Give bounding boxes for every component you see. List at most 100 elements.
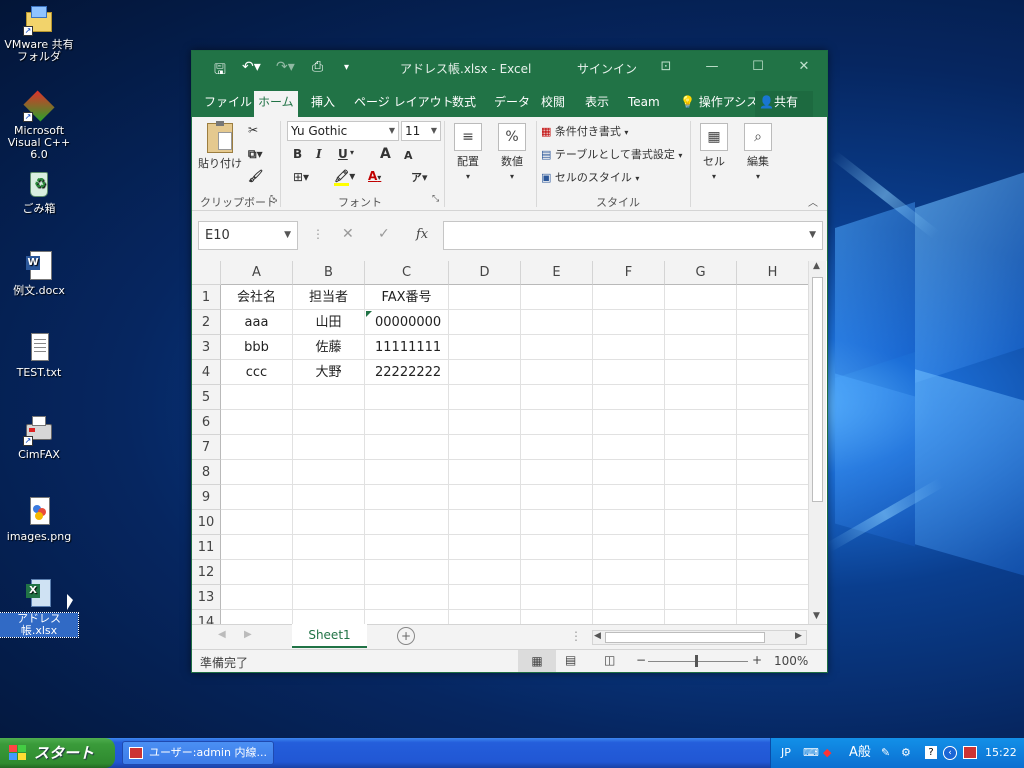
cell[interactable] — [365, 535, 449, 560]
cell[interactable] — [593, 335, 665, 360]
chevron-left-icon[interactable]: ‹ — [943, 746, 957, 760]
ime-tool-icon[interactable]: ◆ — [823, 738, 831, 768]
row-header[interactable]: 5 — [192, 385, 221, 410]
cell[interactable] — [665, 485, 737, 510]
format-as-table-button[interactable]: ▤ テーブルとして書式設定 ▾ — [541, 146, 682, 162]
cell[interactable] — [737, 435, 809, 460]
cell[interactable] — [737, 585, 809, 610]
column-header[interactable]: D — [449, 261, 521, 285]
zoom-slider-thumb[interactable] — [695, 655, 698, 667]
keyboard-icon[interactable]: ⌨ — [803, 738, 819, 768]
cell[interactable] — [665, 310, 737, 335]
cell[interactable] — [665, 410, 737, 435]
enter-icon[interactable]: ✓ — [378, 226, 390, 242]
cell[interactable] — [221, 610, 293, 624]
cell[interactable] — [221, 510, 293, 535]
vertical-scrollbar[interactable]: ▲ ▼ — [808, 261, 826, 624]
name-box[interactable]: E10 ▼ — [198, 221, 298, 250]
cell[interactable] — [593, 410, 665, 435]
row-header[interactable]: 7 — [192, 435, 221, 460]
cell[interactable] — [365, 385, 449, 410]
cell[interactable] — [365, 410, 449, 435]
formula-input[interactable]: ▼ — [443, 221, 823, 250]
tools-icon[interactable]: ⚙ — [901, 738, 911, 768]
cell[interactable] — [665, 510, 737, 535]
prev-sheet-icon[interactable]: ◀ — [218, 629, 226, 640]
cell[interactable] — [293, 510, 365, 535]
cell[interactable] — [521, 410, 593, 435]
signin-link[interactable]: サインイン — [577, 60, 637, 77]
paste-button[interactable]: 貼り付け — [198, 121, 242, 171]
font-size-combo[interactable]: 11 ▼ — [401, 121, 441, 141]
cut-icon[interactable]: ✂ — [248, 123, 258, 137]
column-header[interactable]: F — [593, 261, 665, 285]
dialog-launcher-icon[interactable]: ⤡ — [432, 194, 439, 204]
font-color-icon[interactable]: A▾ — [368, 169, 381, 183]
ime-mode-indicator[interactable]: A般 — [849, 738, 871, 768]
zoom-in-icon[interactable]: + — [752, 653, 762, 667]
horizontal-scroll-thumb[interactable] — [605, 632, 765, 643]
cell[interactable] — [365, 460, 449, 485]
bold-button[interactable]: B — [293, 147, 302, 161]
language-indicator[interactable]: JP — [781, 738, 791, 768]
share-button[interactable]: 👤共有 — [755, 91, 813, 117]
cell[interactable] — [737, 360, 809, 385]
customize-qat-icon[interactable]: ▾ — [344, 62, 349, 73]
cell[interactable] — [449, 435, 521, 460]
cell[interactable] — [221, 485, 293, 510]
cell[interactable] — [737, 460, 809, 485]
ribbon-display-icon[interactable]: ⊡ — [654, 57, 678, 77]
cell[interactable] — [665, 610, 737, 624]
tab-page-layout[interactable]: ページ レイアウト — [350, 91, 458, 117]
desktop-icon-recycle-bin[interactable]: ♻ ごみ箱 — [0, 168, 78, 215]
cell[interactable] — [521, 435, 593, 460]
cell[interactable] — [737, 535, 809, 560]
page-break-view-icon[interactable]: ◫ — [604, 653, 615, 667]
cell[interactable] — [521, 610, 593, 624]
clock[interactable]: 15:22 — [985, 738, 1017, 768]
cell[interactable] — [221, 535, 293, 560]
desktop-icon-word-doc[interactable]: W 例文.docx — [0, 250, 78, 297]
row-header[interactable]: 11 — [192, 535, 221, 560]
ime-pad-icon[interactable]: ✎ — [881, 738, 890, 768]
collapse-ribbon-icon[interactable]: ︿ — [808, 194, 818, 209]
cell[interactable] — [449, 560, 521, 585]
row-header[interactable]: 2 — [192, 310, 221, 335]
tab-home[interactable]: ホーム — [254, 91, 298, 117]
cell[interactable] — [737, 385, 809, 410]
borders-icon[interactable]: ⊞▾ — [293, 170, 309, 184]
print-preview-icon[interactable]: ⎙ — [312, 59, 323, 75]
cell[interactable] — [293, 535, 365, 560]
cell[interactable]: 佐藤 — [293, 335, 365, 360]
close-icon[interactable]: ✕ — [792, 57, 816, 77]
cell[interactable] — [737, 410, 809, 435]
cell[interactable] — [665, 460, 737, 485]
cell[interactable] — [365, 485, 449, 510]
cell[interactable] — [293, 385, 365, 410]
fill-color-icon[interactable]: 🖍▾ — [334, 169, 355, 186]
tab-file[interactable]: ファイル — [200, 91, 256, 117]
horizontal-scrollbar[interactable]: ◀ ▶ — [592, 630, 807, 645]
cell[interactable] — [365, 510, 449, 535]
cell[interactable] — [365, 610, 449, 624]
dialog-launcher-icon[interactable]: ⤡ — [270, 194, 277, 204]
cell[interactable] — [293, 410, 365, 435]
cell[interactable] — [521, 385, 593, 410]
column-header[interactable]: E — [521, 261, 593, 285]
cell[interactable] — [521, 310, 593, 335]
cell[interactable] — [293, 610, 365, 624]
vertical-scroll-thumb[interactable] — [812, 277, 823, 502]
scroll-up-icon[interactable]: ▲ — [813, 261, 820, 271]
cell[interactable] — [593, 535, 665, 560]
zoom-out-icon[interactable]: − — [636, 653, 646, 667]
phonetic-icon[interactable]: ア▾ — [411, 169, 428, 185]
cell[interactable] — [593, 435, 665, 460]
cell[interactable] — [665, 435, 737, 460]
column-header[interactable]: A — [221, 261, 293, 285]
tray-app-icon[interactable] — [963, 746, 977, 759]
row-header[interactable]: 6 — [192, 410, 221, 435]
undo-icon[interactable]: ↶▾ — [242, 59, 261, 75]
cell[interactable] — [521, 560, 593, 585]
editing-button[interactable]: ⌕ 編集 ▾ — [738, 123, 778, 182]
cell[interactable] — [449, 485, 521, 510]
